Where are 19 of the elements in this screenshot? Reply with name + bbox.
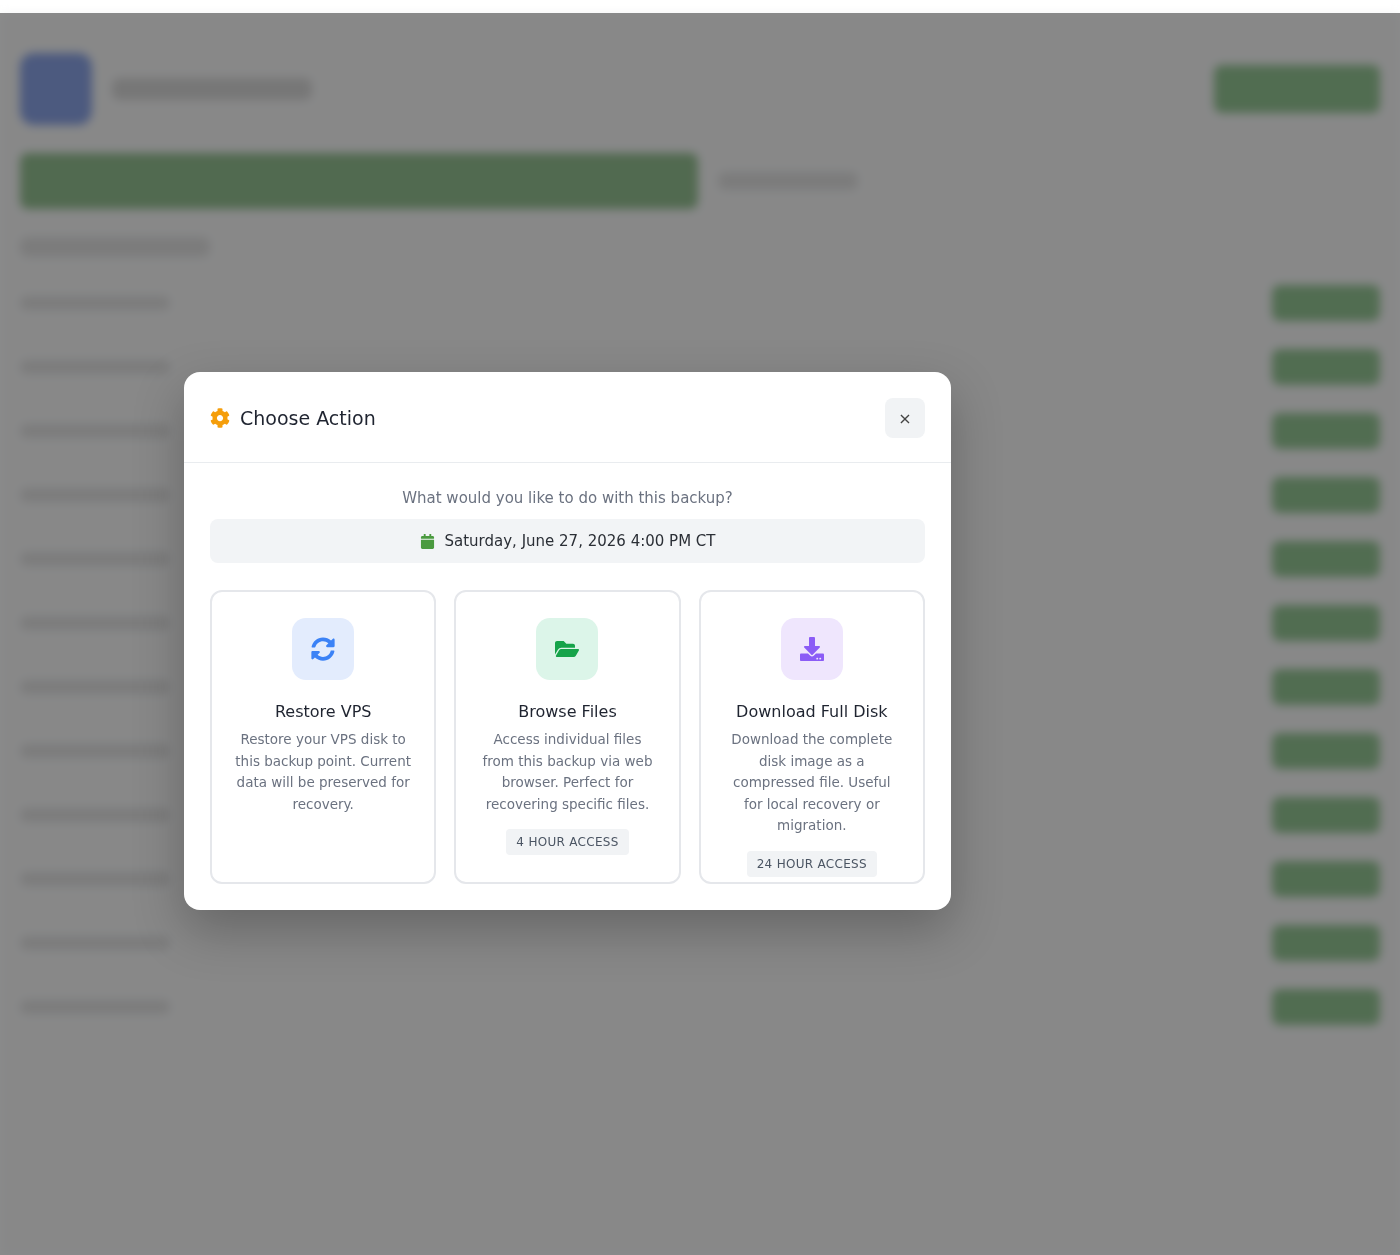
download-icon xyxy=(799,637,824,661)
question-text: What would you like to do with this backup? xyxy=(401,489,734,507)
close-button[interactable]: × xyxy=(885,398,925,438)
card-title: Restore VPS xyxy=(274,702,372,721)
access-badge: 24 HOUR ACCESS xyxy=(746,850,877,877)
action-card[interactable]: Browse Files Access individual files from this backup via web browser. Perfect for recovering specific files. 4 HOUR ACCESS xyxy=(454,590,681,884)
dialog-title: Choose Action xyxy=(240,407,377,429)
card-title: Browse Files xyxy=(518,702,617,721)
backup-date: Saturday, June 27, 2026 4:00 PM CT xyxy=(444,532,716,550)
refresh-icon xyxy=(311,637,336,661)
action-card[interactable]: Download Full Disk Download the complete disk image as a compressed file. Useful for local recovery or migration. 24 HOUR ACCESS xyxy=(698,590,925,884)
action-card[interactable]: Restore VPS Restore your VPS disk to this backup point. Current data will be preserved for recovery. xyxy=(210,590,437,884)
card-description: Access individual files from this backup via web browser. Perfect for recovering specific files. xyxy=(481,730,654,814)
gear-icon xyxy=(210,408,230,428)
card-title: Download Full Disk xyxy=(736,702,888,721)
card-description: Download the complete disk image as a compressed file. Useful for local recovery or migration. xyxy=(730,730,894,835)
calendar-icon xyxy=(419,533,435,549)
access-badge: 4 HOUR ACCESS xyxy=(506,829,629,855)
card-description: Restore your VPS disk to this backup point. Current data will be preserved for recovery. xyxy=(234,730,412,814)
